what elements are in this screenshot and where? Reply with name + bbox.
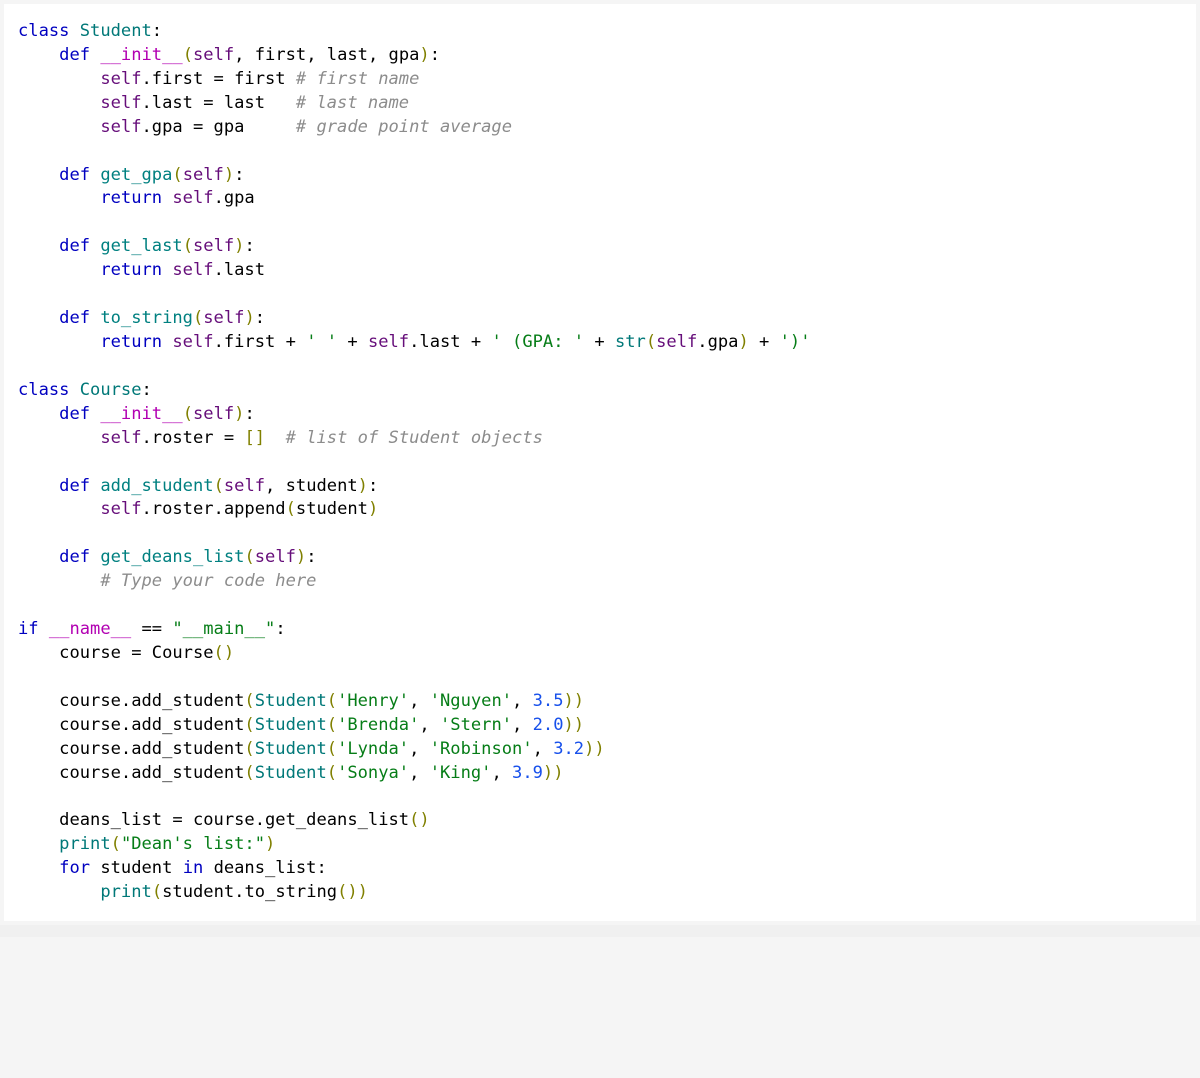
code-line <box>18 211 1182 235</box>
code-line: if __name__ == "__main__": <box>18 618 1182 642</box>
code-footer-strip <box>0 925 1200 937</box>
code-line: self.gpa = gpa # grade point average <box>18 116 1182 140</box>
code-editor[interactable]: class Student: def __init__(self, first,… <box>4 4 1196 921</box>
code-line: print(student.to_string()) <box>18 881 1182 905</box>
code-line: self.roster.append(student) <box>18 498 1182 522</box>
code-line: for student in deans_list: <box>18 857 1182 881</box>
code-line: return self.first + ' ' + self.last + ' … <box>18 331 1182 355</box>
code-line: self.first = first # first name <box>18 68 1182 92</box>
code-line <box>18 522 1182 546</box>
code-line: self.roster = [] # list of Student objec… <box>18 427 1182 451</box>
code-line: course.add_student(Student('Brenda', 'St… <box>18 714 1182 738</box>
code-line <box>18 355 1182 379</box>
code-line: course = Course() <box>18 642 1182 666</box>
code-line <box>18 666 1182 690</box>
code-line: course.add_student(Student('Lynda', 'Rob… <box>18 738 1182 762</box>
code-line: return self.last <box>18 259 1182 283</box>
code-line <box>18 140 1182 164</box>
code-line: deans_list = course.get_deans_list() <box>18 809 1182 833</box>
code-line: course.add_student(Student('Sonya', 'Kin… <box>18 762 1182 786</box>
code-line <box>18 786 1182 810</box>
code-line: self.last = last # last name <box>18 92 1182 116</box>
code-line: class Student: <box>18 20 1182 44</box>
code-line: def __init__(self): <box>18 403 1182 427</box>
code-line <box>18 451 1182 475</box>
code-line: print("Dean's list:") <box>18 833 1182 857</box>
code-line: def get_deans_list(self): <box>18 546 1182 570</box>
code-line <box>18 594 1182 618</box>
code-line: course.add_student(Student('Henry', 'Ngu… <box>18 690 1182 714</box>
code-line <box>18 283 1182 307</box>
code-line: return self.gpa <box>18 187 1182 211</box>
code-line: def __init__(self, first, last, gpa): <box>18 44 1182 68</box>
code-line: class Course: <box>18 379 1182 403</box>
code-line: # Type your code here <box>18 570 1182 594</box>
code-line: def get_last(self): <box>18 235 1182 259</box>
code-line: def to_string(self): <box>18 307 1182 331</box>
code-line: def add_student(self, student): <box>18 475 1182 499</box>
code-line: def get_gpa(self): <box>18 164 1182 188</box>
code-content: class Student: def __init__(self, first,… <box>18 20 1182 905</box>
